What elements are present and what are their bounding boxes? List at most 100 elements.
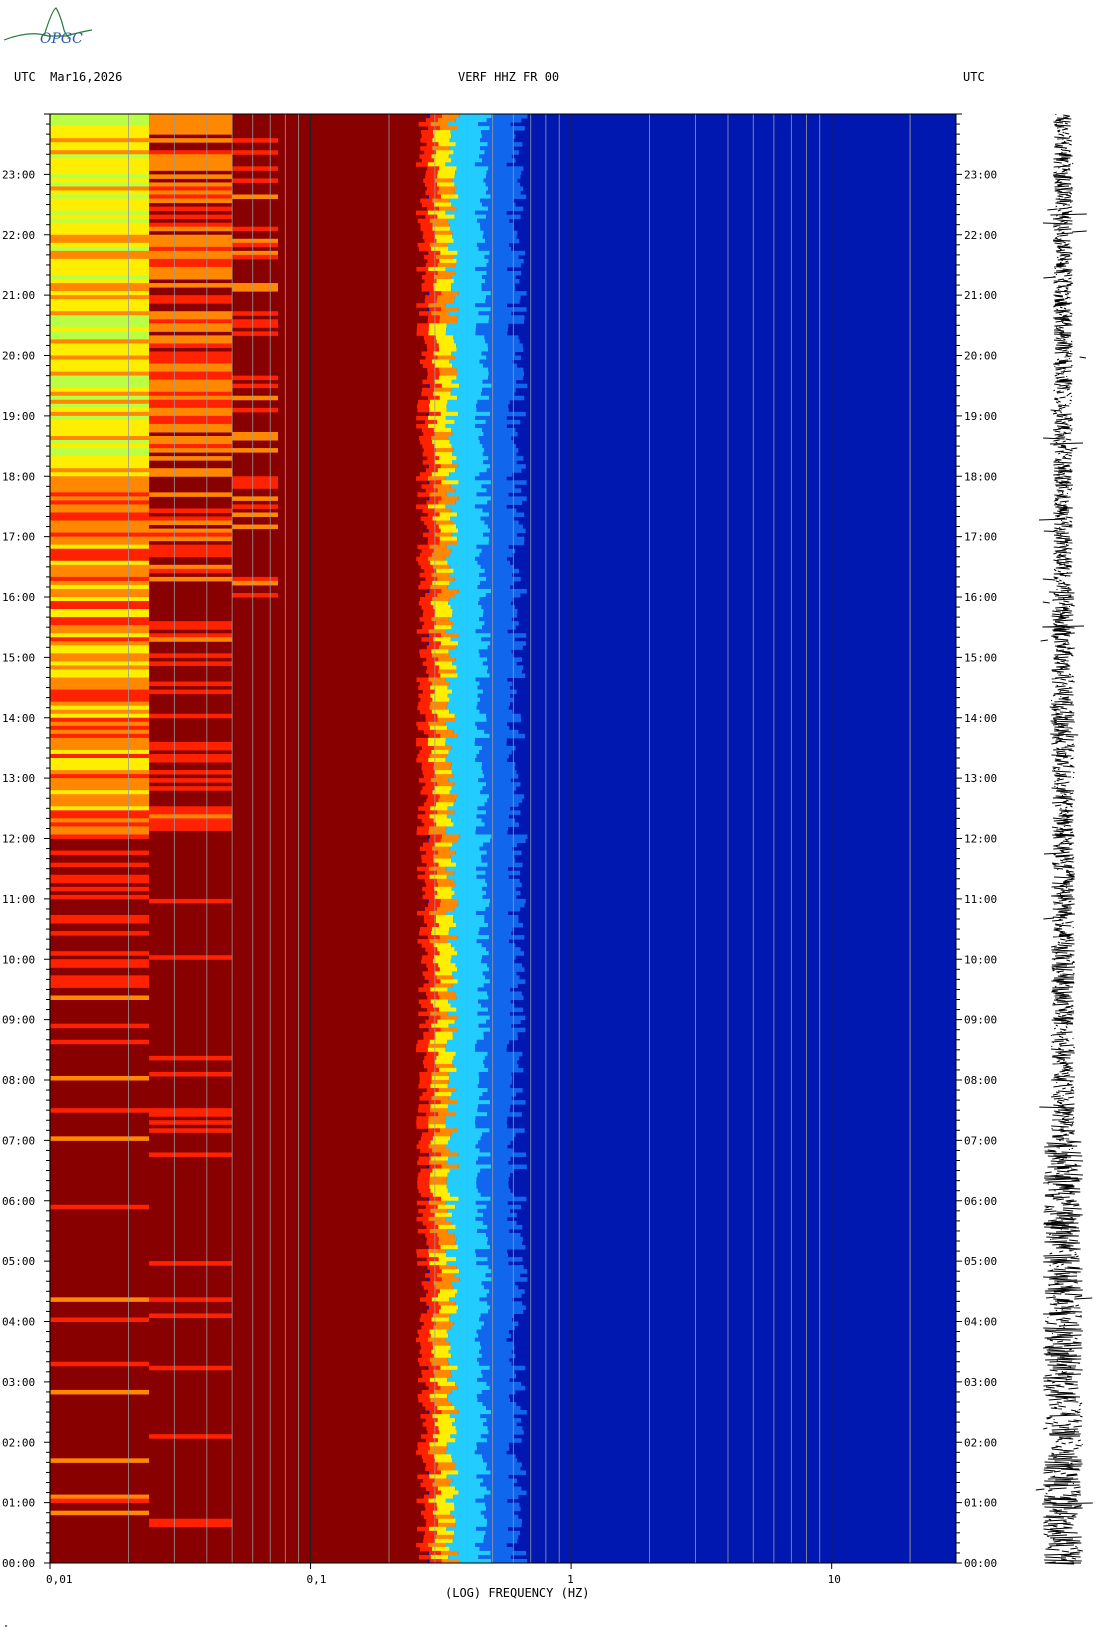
streak-band-1 bbox=[50, 520, 150, 526]
peak-yellow bbox=[430, 1011, 448, 1017]
streak-band-1 bbox=[50, 134, 150, 139]
peak-yellow bbox=[431, 1297, 450, 1302]
peak-cyan bbox=[447, 725, 478, 731]
streak-band-2 bbox=[149, 822, 233, 827]
peak-red bbox=[425, 1019, 438, 1025]
peak-yellow bbox=[432, 1192, 451, 1198]
peak-red bbox=[418, 122, 431, 127]
peak-blue bbox=[478, 1361, 512, 1367]
peak-yellow bbox=[434, 955, 452, 960]
peak-red bbox=[420, 1192, 433, 1198]
peak-red bbox=[423, 983, 436, 988]
peak-blue bbox=[490, 1305, 526, 1310]
peak-red bbox=[428, 126, 441, 131]
peak-blue bbox=[475, 331, 508, 336]
streak-band-2 bbox=[149, 681, 233, 687]
peak-yellow bbox=[430, 685, 448, 691]
peak-red bbox=[425, 295, 438, 300]
peak-red bbox=[420, 1482, 433, 1488]
peak-yellow bbox=[438, 142, 456, 147]
peak-red bbox=[416, 1526, 429, 1532]
peak-yellow bbox=[440, 1385, 458, 1391]
peak-blue bbox=[482, 202, 516, 208]
peak-red bbox=[419, 1071, 432, 1077]
y-tick-label-left: 03:00 bbox=[2, 1376, 35, 1389]
peak-cyan bbox=[458, 641, 491, 646]
peak-yellow bbox=[428, 866, 447, 872]
streak-band-1 bbox=[50, 283, 150, 288]
peak-blue bbox=[487, 524, 523, 530]
peak-cyan bbox=[446, 705, 477, 711]
peak-red bbox=[422, 613, 435, 618]
peak-cyan bbox=[459, 114, 492, 119]
peak-blue bbox=[481, 484, 515, 489]
y-tick-label-left: 10:00 bbox=[2, 953, 35, 966]
streak-band-1 bbox=[50, 798, 150, 803]
y-tick-label-right: 17:00 bbox=[964, 531, 997, 544]
peak-cyan bbox=[446, 939, 477, 944]
streak-band-2 bbox=[149, 162, 233, 167]
peak-blue bbox=[488, 951, 525, 956]
peak-red bbox=[421, 858, 434, 864]
peak-red bbox=[417, 1184, 430, 1190]
streak-band-2 bbox=[149, 363, 233, 369]
peak-yellow bbox=[428, 1526, 447, 1532]
peak-cyan bbox=[455, 1301, 488, 1306]
peak-cyan bbox=[453, 279, 486, 284]
streak-band-1 bbox=[50, 379, 150, 385]
peak-yellow bbox=[429, 218, 448, 224]
peak-red bbox=[427, 1067, 440, 1073]
peak-yellow bbox=[427, 504, 446, 509]
peak-red bbox=[421, 959, 434, 964]
streak-band-1 bbox=[50, 770, 150, 775]
peak-cyan bbox=[447, 806, 478, 811]
peak-red bbox=[422, 275, 434, 280]
peak-red bbox=[422, 625, 435, 630]
peak-yellow bbox=[440, 1128, 458, 1133]
peak-blue bbox=[484, 150, 519, 155]
streak-band-1 bbox=[50, 162, 150, 167]
peak-yellow bbox=[436, 621, 454, 626]
streak-band-1 bbox=[50, 1389, 150, 1395]
peak-red bbox=[429, 383, 442, 389]
peak-yellow bbox=[439, 367, 457, 373]
peak-yellow bbox=[438, 657, 456, 662]
peak-blue bbox=[474, 1450, 507, 1455]
peak-yellow bbox=[440, 1152, 459, 1157]
peak-cyan bbox=[455, 1438, 487, 1443]
peak-cyan bbox=[458, 1100, 491, 1105]
peak-cyan bbox=[456, 524, 488, 530]
streak-band-1 bbox=[50, 544, 150, 550]
streak-band-1 bbox=[50, 778, 150, 783]
streak-band-1 bbox=[50, 931, 150, 936]
peak-blue bbox=[488, 371, 525, 377]
streak-band-2 bbox=[149, 713, 233, 719]
streak-band-2 bbox=[149, 633, 233, 638]
peak-red bbox=[426, 142, 439, 147]
peak-yellow bbox=[431, 1349, 449, 1355]
peak-yellow bbox=[429, 939, 447, 944]
peak-blue bbox=[474, 741, 507, 747]
streak-band-2 bbox=[149, 528, 233, 534]
streak-band-1 bbox=[50, 403, 150, 409]
peak-yellow bbox=[438, 1241, 456, 1246]
peak-blue bbox=[479, 653, 513, 658]
peak-red bbox=[425, 170, 438, 175]
peak-yellow bbox=[436, 1530, 455, 1536]
peak-cyan bbox=[458, 411, 491, 417]
streak-band-1 bbox=[50, 299, 150, 304]
peak-red bbox=[422, 1092, 435, 1097]
peak-red bbox=[416, 1498, 429, 1504]
peak-yellow bbox=[437, 190, 455, 195]
peak-cyan bbox=[451, 1389, 482, 1395]
peak-red bbox=[417, 814, 430, 819]
peak-blue bbox=[491, 588, 527, 594]
streak-band-2 bbox=[149, 206, 233, 212]
peak-blue bbox=[489, 315, 525, 320]
peak-cyan bbox=[454, 174, 486, 179]
streak-band-2 bbox=[149, 753, 233, 759]
peak-blue bbox=[485, 906, 521, 912]
peak-red bbox=[422, 955, 435, 960]
streak-band-3 bbox=[232, 311, 279, 316]
peak-yellow bbox=[430, 122, 449, 127]
